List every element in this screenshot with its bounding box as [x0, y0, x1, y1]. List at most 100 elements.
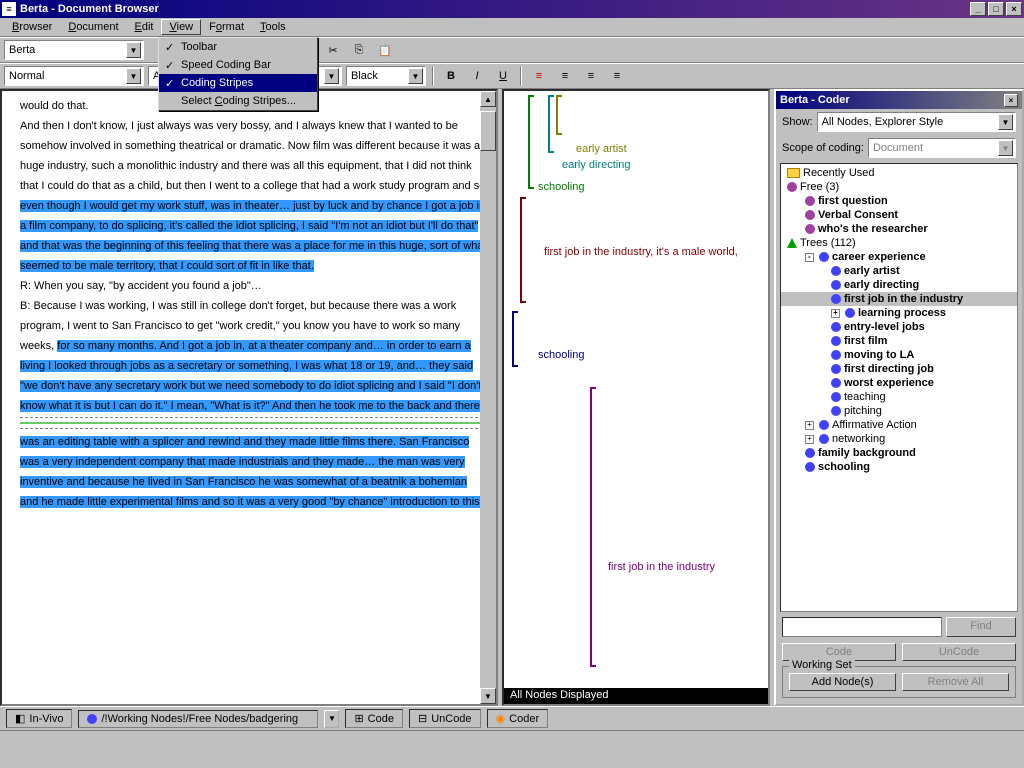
stripes-status: All Nodes Displayed: [504, 688, 768, 704]
align-left-button[interactable]: ≡: [528, 65, 550, 87]
code-icon: ⊞: [354, 712, 363, 725]
tree-node[interactable]: pitching: [781, 404, 1017, 418]
node-icon: [831, 322, 841, 332]
copy-icon[interactable]: ⎘: [348, 39, 370, 61]
stripe-bracket: [556, 95, 562, 135]
node-search-input[interactable]: [782, 617, 942, 637]
tree-node[interactable]: worst experience: [781, 376, 1017, 390]
minimize-button[interactable]: _: [970, 2, 986, 16]
code-bar-button[interactable]: ⊞Code: [345, 709, 403, 728]
working-set-fieldset: Working Set Add Node(s) Remove All: [782, 666, 1016, 698]
document-content[interactable]: would do that. And then I don't know, I …: [2, 91, 496, 515]
tree-icon: [787, 238, 797, 248]
node-icon: [831, 406, 841, 416]
tree-node[interactable]: moving to LA: [781, 348, 1017, 362]
align-right-button[interactable]: ≡: [580, 65, 602, 87]
menu-edit[interactable]: Edit: [127, 19, 162, 35]
tree-node[interactable]: entry-level jobs: [781, 320, 1017, 334]
color-combo[interactable]: Black▼: [346, 66, 426, 86]
tree-node-selected[interactable]: first job in the industry: [781, 292, 1017, 306]
node-icon: [831, 378, 841, 388]
align-center-button[interactable]: ≡: [554, 65, 576, 87]
bold-button[interactable]: B: [440, 65, 462, 87]
node-icon: [819, 252, 829, 262]
expand-icon[interactable]: +: [805, 435, 814, 444]
main-area: would do that. And then I don't know, I …: [0, 89, 1024, 706]
cut-icon[interactable]: ✂: [322, 39, 344, 61]
menu-item-toolbar[interactable]: ✓Toolbar: [159, 38, 317, 56]
tree-trees[interactable]: Trees (112): [781, 236, 1017, 250]
paste-icon[interactable]: 📋: [374, 39, 396, 61]
style-combo[interactable]: Normal▼: [4, 66, 144, 86]
menu-document[interactable]: Document: [60, 19, 126, 35]
view-dropdown: ✓Toolbar ✓Speed Coding Bar ✓Coding Strip…: [158, 37, 318, 111]
tree-node[interactable]: schooling: [781, 460, 1017, 474]
menu-item-select-coding-stripes[interactable]: Select Coding Stripes...: [159, 92, 317, 110]
node-icon: [787, 182, 797, 192]
statusbar: [0, 730, 1024, 768]
align-justify-button[interactable]: ≡: [606, 65, 628, 87]
menu-view[interactable]: View: [161, 19, 201, 35]
tree-recently-used[interactable]: Recently Used: [781, 166, 1017, 180]
invivo-button[interactable]: ◧In-Vivo: [6, 709, 72, 728]
app-icon: ≡: [2, 2, 16, 16]
node-icon: [805, 224, 815, 234]
tree-node[interactable]: +Affirmative Action: [781, 418, 1017, 432]
coder-bar-button[interactable]: ◉Coder: [487, 709, 549, 728]
tree-node[interactable]: who's the researcher: [781, 222, 1017, 236]
tree-node[interactable]: first film: [781, 334, 1017, 348]
tree-node[interactable]: +networking: [781, 432, 1017, 446]
tree-node[interactable]: early artist: [781, 264, 1017, 278]
coder-close-button[interactable]: ×: [1004, 94, 1018, 107]
add-nodes-button[interactable]: Add Node(s): [789, 673, 896, 691]
vertical-scrollbar[interactable]: ▲ ▼: [480, 91, 496, 704]
tree-node[interactable]: Verbal Consent: [781, 208, 1017, 222]
tree-node[interactable]: first question: [781, 194, 1017, 208]
menu-browser[interactable]: BBrowserrowser: [4, 19, 60, 35]
close-button[interactable]: ×: [1006, 2, 1022, 16]
menu-item-speed-coding-bar[interactable]: ✓Speed Coding Bar: [159, 56, 317, 74]
remove-all-button[interactable]: Remove All: [902, 673, 1009, 691]
tree-node[interactable]: +learning process: [781, 306, 1017, 320]
tree-node[interactable]: family background: [781, 446, 1017, 460]
node-icon: [845, 308, 855, 318]
menu-format[interactable]: Format: [201, 19, 252, 35]
highlighted-text: even though I would get my work stuff, w…: [20, 200, 487, 272]
tree-career[interactable]: -career experience: [781, 250, 1017, 264]
toolbar-row-1: Berta▼ ✂ ⎘ 📋: [0, 37, 1024, 63]
show-combo[interactable]: All Nodes, Explorer Style▼: [817, 112, 1016, 132]
menu-item-coding-stripes[interactable]: ✓Coding Stripes: [159, 74, 317, 92]
uncode-bar-button[interactable]: ⊟UnCode: [409, 709, 481, 728]
expand-icon[interactable]: +: [805, 421, 814, 430]
path-dropdown-button[interactable]: ▼: [324, 710, 339, 728]
coding-stripes-pane: early artist early directing schooling f…: [502, 89, 770, 706]
maximize-button[interactable]: □: [988, 2, 1004, 16]
collapse-icon[interactable]: -: [805, 253, 814, 262]
titlebar: ≡ Berta - Document Browser _ □ ×: [0, 0, 1024, 18]
menu-tools[interactable]: Tools: [252, 19, 294, 35]
scroll-up-button[interactable]: ▲: [480, 91, 496, 107]
tree-free[interactable]: Free (3): [781, 180, 1017, 194]
node-path-field[interactable]: /!Working Nodes!/Free Nodes/badgering: [78, 710, 318, 728]
tree-node[interactable]: early directing: [781, 278, 1017, 292]
expand-icon[interactable]: +: [831, 309, 840, 318]
tree-node[interactable]: first directing job: [781, 362, 1017, 376]
coder-icon: ◉: [496, 712, 506, 725]
node-icon: [819, 434, 829, 444]
tree-node[interactable]: teaching: [781, 390, 1017, 404]
node-tree[interactable]: Recently Used Free (3) first question Ve…: [780, 163, 1018, 612]
document-combo[interactable]: Berta▼: [4, 40, 144, 60]
node-icon: [87, 714, 97, 724]
scope-combo[interactable]: Document▼: [868, 138, 1016, 158]
window-title: Berta - Document Browser: [20, 3, 159, 15]
uncode-button[interactable]: UnCode: [902, 643, 1016, 661]
text-line: R: When you say, "by accident you found …: [20, 280, 262, 292]
scroll-down-button[interactable]: ▼: [480, 688, 496, 704]
scroll-thumb[interactable]: [480, 111, 496, 151]
stripe-label-early-directing: early directing: [562, 159, 630, 171]
underline-button[interactable]: U: [492, 65, 514, 87]
find-button[interactable]: Find: [946, 617, 1016, 637]
stripe-bracket: [590, 387, 596, 667]
italic-button[interactable]: I: [466, 65, 488, 87]
uncode-icon: ⊟: [418, 712, 427, 725]
